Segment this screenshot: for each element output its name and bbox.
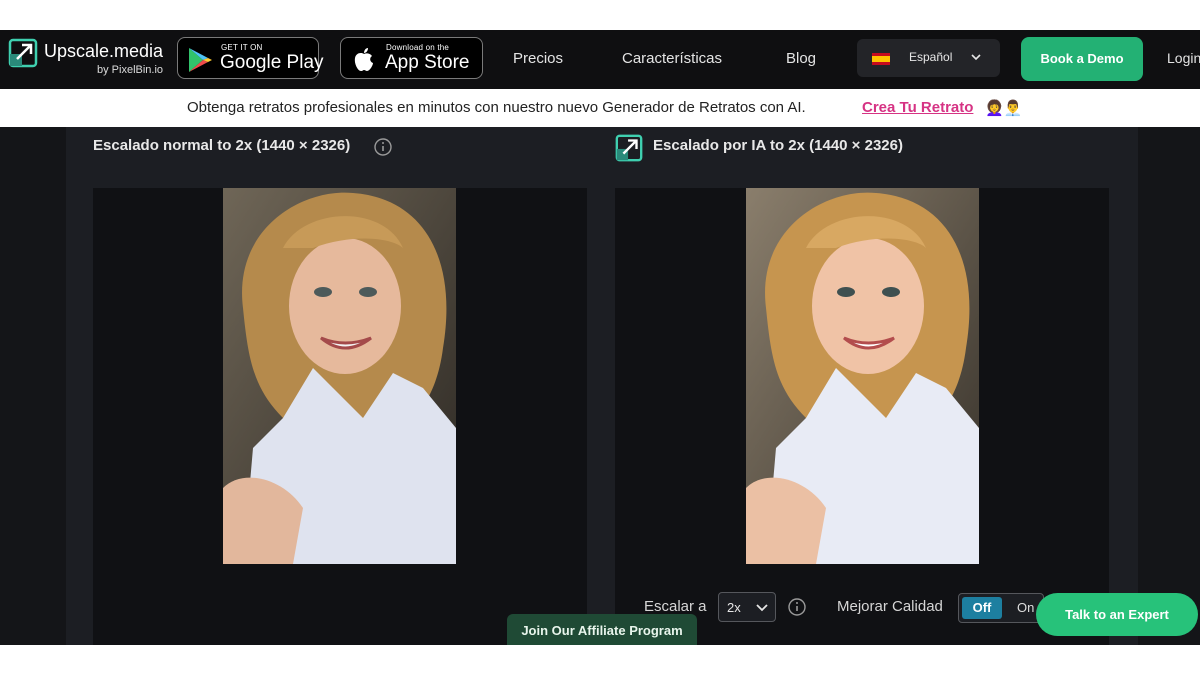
info-icon[interactable] bbox=[787, 597, 807, 617]
scale-label: Escalar a bbox=[644, 598, 707, 615]
info-icon[interactable] bbox=[373, 137, 393, 157]
ai-upscale-title: Escalado por IA to 2x (1440 × 2326) bbox=[653, 137, 903, 154]
talk-to-expert-button[interactable]: Talk to an Expert bbox=[1036, 593, 1198, 636]
brand-name: Upscale.media bbox=[44, 41, 164, 61]
brand-logo[interactable]: Upscale.media by PixelBin.io bbox=[7, 37, 177, 81]
google-play-small-text: GET IT ON bbox=[221, 43, 263, 52]
nav-link-caracteristicas[interactable]: Características bbox=[622, 50, 722, 67]
promo-banner: Obtenga retratos profesionales en minuto… bbox=[0, 89, 1200, 127]
banner-text: Obtenga retratos profesionales en minuto… bbox=[187, 99, 806, 116]
normal-image-container bbox=[93, 188, 587, 645]
create-portrait-link[interactable]: Crea Tu Retrato bbox=[862, 99, 973, 116]
apple-icon bbox=[354, 48, 373, 71]
login-link[interactable]: Login bbox=[1167, 50, 1200, 66]
google-play-icon bbox=[189, 48, 212, 72]
comparison-panel: Escalado normal to 2x (1440 × 2326) Esca… bbox=[66, 127, 1138, 645]
nav-link-blog[interactable]: Blog bbox=[786, 50, 816, 67]
brand-subtitle: by PixelBin.io bbox=[97, 64, 164, 76]
quality-toggle[interactable]: Off On bbox=[958, 593, 1044, 623]
normal-upscaled-photo bbox=[223, 188, 456, 564]
portrait-image-enhanced bbox=[746, 188, 979, 564]
ai-upscaled-photo bbox=[746, 188, 979, 564]
spain-flag-icon bbox=[872, 53, 890, 65]
ai-image-container bbox=[615, 188, 1109, 645]
app-store-button[interactable]: Download on the App Store bbox=[340, 37, 483, 79]
affiliate-program-button[interactable]: Join Our Affiliate Program bbox=[507, 614, 697, 645]
upscale-arrow-icon bbox=[8, 38, 38, 68]
top-navbar: Upscale.media by PixelBin.io GET IT ON G… bbox=[0, 30, 1200, 89]
comparison-area: Escalado normal to 2x (1440 × 2326) Esca… bbox=[0, 127, 1200, 645]
toggle-off-option[interactable]: Off bbox=[962, 597, 1002, 619]
portrait-image bbox=[223, 188, 456, 564]
language-selector[interactable]: Español bbox=[857, 39, 1000, 77]
chevron-down-icon bbox=[756, 604, 768, 612]
app-store-small-text: Download on the bbox=[386, 43, 450, 52]
google-play-button[interactable]: GET IT ON Google Play bbox=[177, 37, 324, 79]
quality-label: Mejorar Calidad bbox=[837, 598, 943, 615]
book-demo-button[interactable]: Book a Demo bbox=[1021, 37, 1143, 81]
normal-upscale-title: Escalado normal to 2x (1440 × 2326) bbox=[93, 137, 351, 154]
chevron-down-icon bbox=[971, 54, 981, 61]
scale-value: 2x bbox=[727, 600, 741, 615]
language-label: Español bbox=[909, 50, 953, 64]
google-play-label: Google Play bbox=[220, 52, 324, 73]
portrait-emoji: 👩‍🦱👨‍💼 bbox=[985, 100, 1023, 117]
app-store-label: App Store bbox=[385, 52, 470, 73]
scale-select[interactable]: 2x bbox=[718, 592, 776, 622]
toggle-on-option[interactable]: On bbox=[1017, 600, 1034, 615]
ai-upscale-icon bbox=[615, 134, 643, 162]
nav-link-precios[interactable]: Precios bbox=[513, 50, 563, 67]
